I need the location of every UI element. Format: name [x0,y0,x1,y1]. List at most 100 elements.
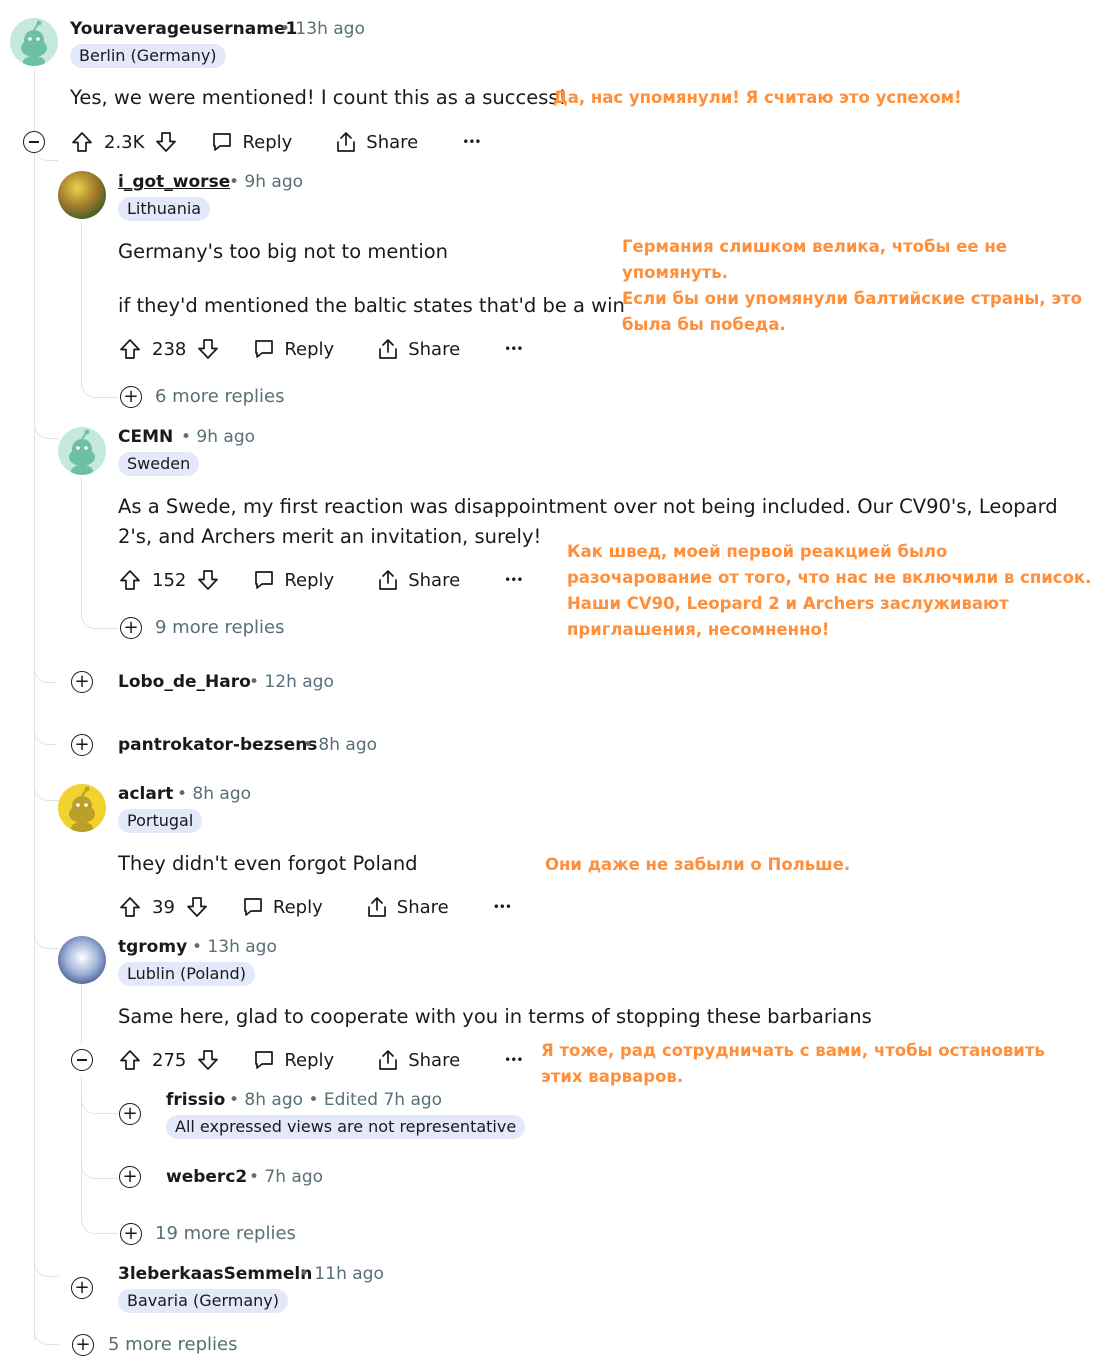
more-options-icon[interactable]: ••• [504,573,523,587]
username[interactable]: Youraverageusername1 [70,19,297,39]
downvote-icon[interactable] [154,130,178,154]
upvote-icon[interactable] [118,895,142,919]
share-button[interactable]: Share [334,130,418,154]
downvote-icon[interactable] [196,337,220,361]
thread-curve [34,1254,59,1277]
timestamp: • 8h ago [303,735,378,755]
more-replies-link[interactable]: 6 more replies [155,386,284,407]
collapse-button[interactable] [23,131,45,153]
comment-bubble-icon [241,895,265,919]
more-options-icon[interactable]: ••• [504,342,523,356]
thread-curve [81,1215,118,1234]
share-label: Share [408,1049,461,1071]
thread-curve [81,1160,118,1179]
username[interactable]: aclart [118,784,173,804]
plus-icon: + [74,671,90,692]
username[interactable]: tgromy [118,937,187,957]
collapse-button[interactable] [71,1049,93,1071]
expand-button[interactable]: + [119,1103,141,1125]
upvote-icon[interactable] [118,1048,142,1072]
comment-text: if they'd mentioned the baltic states th… [118,294,625,317]
timestamp: • 9h ago [181,427,256,447]
timestamp: • 9h ago [229,172,304,192]
user-flair: Lublin (Poland) [118,962,255,986]
reply-button[interactable]: Reply [252,337,334,361]
reply-label: Reply [284,338,335,360]
expand-button[interactable]: + [120,1223,142,1245]
username[interactable]: i_got_worse [118,172,230,192]
vote-score: 238 [152,338,187,360]
thread-curve [34,722,57,745]
reply-label: Reply [272,896,323,918]
share-icon [334,130,358,154]
more-replies-link[interactable]: 19 more replies [155,1223,296,1244]
thread-curve [81,1095,118,1114]
reply-button[interactable]: Reply [252,568,334,592]
share-button[interactable]: Share [365,895,449,919]
upvote-icon[interactable] [70,130,94,154]
upvote-icon[interactable] [118,568,142,592]
user-flair: Sweden [118,452,200,476]
translation-annotation: Я тоже, рад сотрудничать с вами, чтобы о… [541,1041,1045,1086]
share-icon [376,1048,400,1072]
username[interactable]: CEMN [118,427,173,447]
comment-actions: 275 Reply Share ••• [118,1043,523,1077]
share-label: Share [408,338,461,360]
comment-text: Same here, glad to cooperate with you in… [118,1005,872,1028]
username[interactable]: frissio [166,1090,225,1110]
thread-curve [81,610,118,629]
username[interactable]: weberc2 [166,1167,247,1187]
upvote-icon[interactable] [118,337,142,361]
expand-button[interactable]: + [120,386,142,408]
expand-button[interactable]: + [71,671,93,693]
share-icon [376,337,400,361]
reply-button[interactable]: Reply [210,130,292,154]
avatar[interactable] [58,936,106,984]
more-replies-link[interactable]: 5 more replies [108,1334,237,1355]
user-flair: All expressed views are not representati… [166,1115,526,1139]
thread-curve [34,778,59,801]
reply-button[interactable]: Reply [241,895,323,919]
timestamp: • 12h ago [249,672,334,692]
expand-button[interactable]: + [119,1166,141,1188]
downvote-icon[interactable] [196,1048,220,1072]
thread-curve [81,380,118,398]
reply-button[interactable]: Reply [252,1048,334,1072]
share-button[interactable]: Share [376,568,460,592]
plus-icon: + [122,1166,138,1187]
more-replies-link[interactable]: 9 more replies [155,617,284,638]
translation-annotation: Да, нас упомянули! Я считаю это успехом! [553,88,962,107]
user-flair: Berlin (Germany) [70,44,226,68]
share-button[interactable]: Share [376,337,460,361]
more-options-icon[interactable]: ••• [504,1053,523,1067]
more-options-icon[interactable]: ••• [493,900,512,914]
avatar[interactable] [58,427,106,475]
share-icon [365,895,389,919]
more-options-icon[interactable]: ••• [462,135,481,149]
share-button[interactable]: Share [376,1048,460,1072]
avatar[interactable] [10,18,58,66]
downvote-icon[interactable] [185,895,209,919]
vote-score: 275 [152,1049,187,1071]
username[interactable]: Lobo_de_Haro [118,672,251,692]
downvote-icon[interactable] [196,568,220,592]
plus-icon: + [75,1334,91,1355]
reply-label: Reply [284,1049,335,1071]
comment-text: They didn't even forgot Poland [118,852,418,875]
username[interactable]: pantrokator-bezsens [118,735,317,755]
username[interactable]: 3leberkaasSemmeln [118,1264,312,1284]
avatar[interactable] [58,784,106,832]
expand-button[interactable]: + [72,1334,94,1356]
expand-button[interactable]: + [71,734,93,756]
share-label: Share [366,131,419,153]
timestamp: • 7h ago [249,1167,324,1187]
plus-icon: + [123,386,139,407]
expand-button[interactable]: + [71,1277,93,1299]
minus-icon [29,141,39,143]
expand-button[interactable]: + [120,617,142,639]
translation-annotation: Как швед, моей первой реакцией было разо… [567,542,1092,639]
user-flair: Lithuania [118,197,211,221]
vote-score: 152 [152,569,187,591]
translation-annotation: Германия слишком велика, чтобы ее не упо… [622,237,1007,282]
avatar[interactable] [58,171,106,219]
